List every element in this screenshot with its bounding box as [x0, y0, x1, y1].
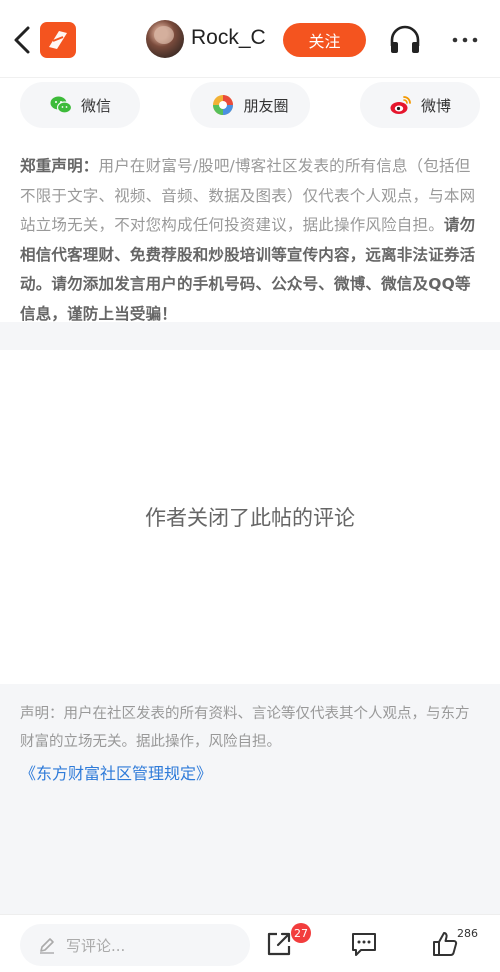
disclaimer-text: 郑重声明：用户在财富号/股吧/博客社区发表的所有信息（包括但不限于文字、视频、音…	[20, 152, 482, 329]
share-wechat-label: 微信	[80, 96, 111, 115]
community-rules-link[interactable]: 《东方财富社区管理规定》	[20, 760, 212, 784]
moments-icon	[213, 95, 234, 115]
share-icon[interactable]	[264, 929, 294, 959]
pencil-icon	[40, 938, 54, 954]
share-moments-button[interactable]: 朋友圈	[190, 82, 310, 128]
disclaimer-title: 郑重声明：	[20, 157, 99, 175]
thumbs-up-icon[interactable]	[430, 929, 460, 959]
wechat-icon	[50, 96, 73, 114]
follow-button[interactable]: 关注	[283, 23, 366, 57]
bottom-action-bar: 写评论... 27 286	[0, 914, 500, 972]
back-arrow-icon[interactable]	[10, 22, 36, 58]
section-divider	[0, 322, 500, 350]
community-statement-area: 声明：用户在社区发表的所有资料、言论等仅代表其个人观点，与东方财富的立场无关。据…	[0, 684, 500, 914]
more-options-icon[interactable]	[450, 28, 480, 52]
share-row: 微信 朋友圈 微博	[0, 82, 500, 128]
comment-input[interactable]: 写评论...	[20, 924, 250, 966]
weibo-icon	[390, 96, 411, 114]
comments-closed-message: 作者关闭了此帖的评论	[145, 506, 355, 530]
share-weibo-label: 微博	[420, 96, 451, 115]
share-weibo-button[interactable]: 微博	[360, 82, 480, 128]
headphones-icon[interactable]	[388, 24, 422, 56]
app-logo-icon[interactable]	[40, 22, 76, 58]
community-statement: 声明：用户在社区发表的所有资料、言论等仅代表其个人观点，与东方财富的立场无关。据…	[20, 706, 470, 750]
share-moments-label: 朋友圈	[243, 96, 289, 115]
comment-icon[interactable]	[349, 929, 379, 959]
comment-placeholder: 写评论...	[66, 936, 126, 955]
share-wechat-button[interactable]: 微信	[20, 82, 140, 128]
user-avatar[interactable]	[146, 20, 184, 58]
like-count: 286	[457, 927, 478, 940]
top-nav-bar: Rock_C 关注	[0, 0, 500, 78]
share-count-badge: 27	[291, 923, 311, 943]
username[interactable]: Rock_C	[191, 26, 266, 50]
